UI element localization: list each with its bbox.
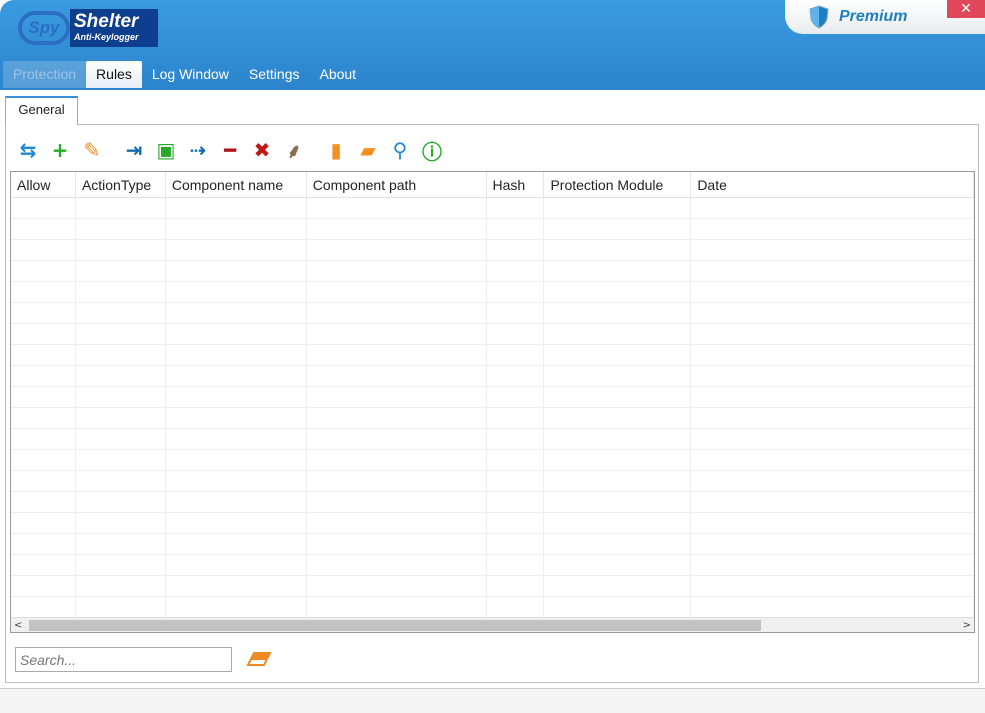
table-row [11, 471, 974, 492]
remove-icon[interactable]: ━ [218, 138, 242, 162]
import-icon[interactable]: ⇥ [122, 138, 146, 162]
column-header[interactable]: Component path [307, 172, 487, 197]
column-header[interactable]: ActionType [76, 172, 166, 197]
table-row [11, 555, 974, 576]
spyshelter-logo: Spy Shelter Anti-Keylogger [18, 9, 158, 47]
table-row [11, 534, 974, 555]
edit-icon[interactable]: ✎ [80, 138, 104, 162]
clean-icon[interactable]: ⸙ [282, 138, 306, 163]
close-button[interactable]: ✕ [947, 0, 985, 18]
scroll-left-icon[interactable]: < [14, 618, 22, 632]
table-row [11, 513, 974, 534]
table-row [11, 387, 974, 408]
export-icon[interactable]: ⇢ [186, 138, 210, 162]
table-row [11, 303, 974, 324]
tab-settings[interactable]: Settings [239, 61, 310, 88]
table-header: Allow ActionType Component name Component p… [11, 172, 974, 198]
table-row [11, 408, 974, 429]
table-row [11, 282, 974, 303]
eraser-icon[interactable] [246, 651, 272, 667]
save-icon[interactable]: ▣ [154, 138, 178, 162]
column-header[interactable]: Allow [11, 172, 76, 197]
table-row [11, 324, 974, 345]
tab-protection[interactable]: Protection [3, 61, 87, 88]
tab-about[interactable]: About [309, 61, 366, 88]
open-folder-icon[interactable]: ▰ [356, 138, 380, 162]
delete-icon[interactable]: ✖ [250, 138, 274, 162]
tab-general[interactable]: General [5, 96, 78, 125]
shield-icon [809, 5, 829, 29]
horizontal-scrollbar[interactable]: < > [11, 617, 974, 632]
toolbar: ⇆ + ✎ ⇥ ▣ ⇢ ━ ✖ ⸙ ▮ ▰ ⚲ ⓘ [16, 137, 452, 164]
logo-spy: Spy [18, 11, 70, 45]
table-row [11, 429, 974, 450]
info-icon[interactable]: ⓘ [420, 138, 444, 164]
column-header[interactable]: Hash [487, 172, 545, 197]
tab-rules[interactable]: Rules [86, 61, 142, 88]
table-row [11, 240, 974, 261]
logo-sub: Anti-Keylogger [74, 32, 139, 42]
table-row [11, 366, 974, 387]
logo-main: Shelter [74, 11, 139, 32]
table-row [11, 345, 974, 366]
table-row [11, 492, 974, 513]
new-file-icon[interactable]: ▮ [324, 138, 348, 162]
table-row [11, 597, 974, 618]
main-menu: Protection Rules Log Window Settings Abo… [3, 61, 366, 88]
column-header[interactable]: Protection Module [544, 172, 692, 197]
add-icon[interactable]: + [48, 138, 72, 162]
status-bar [0, 688, 985, 713]
scroll-right-icon[interactable]: > [963, 618, 971, 632]
column-header[interactable]: Date [691, 172, 974, 197]
rules-table: Allow ActionType Component name Component p… [10, 171, 975, 633]
table-row [11, 219, 974, 240]
scrollbar-thumb[interactable] [29, 620, 761, 631]
column-header[interactable]: Component name [166, 172, 307, 197]
search-icon[interactable]: ⚲ [388, 138, 412, 162]
edition-label: Premium [839, 8, 908, 25]
table-row [11, 198, 974, 219]
table-row [11, 576, 974, 597]
title-bar: Spy Shelter Anti-Keylogger Premium ✕ Prot… [0, 0, 985, 90]
tab-log-window[interactable]: Log Window [142, 61, 239, 88]
search-input[interactable] [15, 647, 232, 672]
refresh-icon[interactable]: ⇆ [16, 138, 40, 162]
table-row [11, 261, 974, 282]
table-row [11, 450, 974, 471]
